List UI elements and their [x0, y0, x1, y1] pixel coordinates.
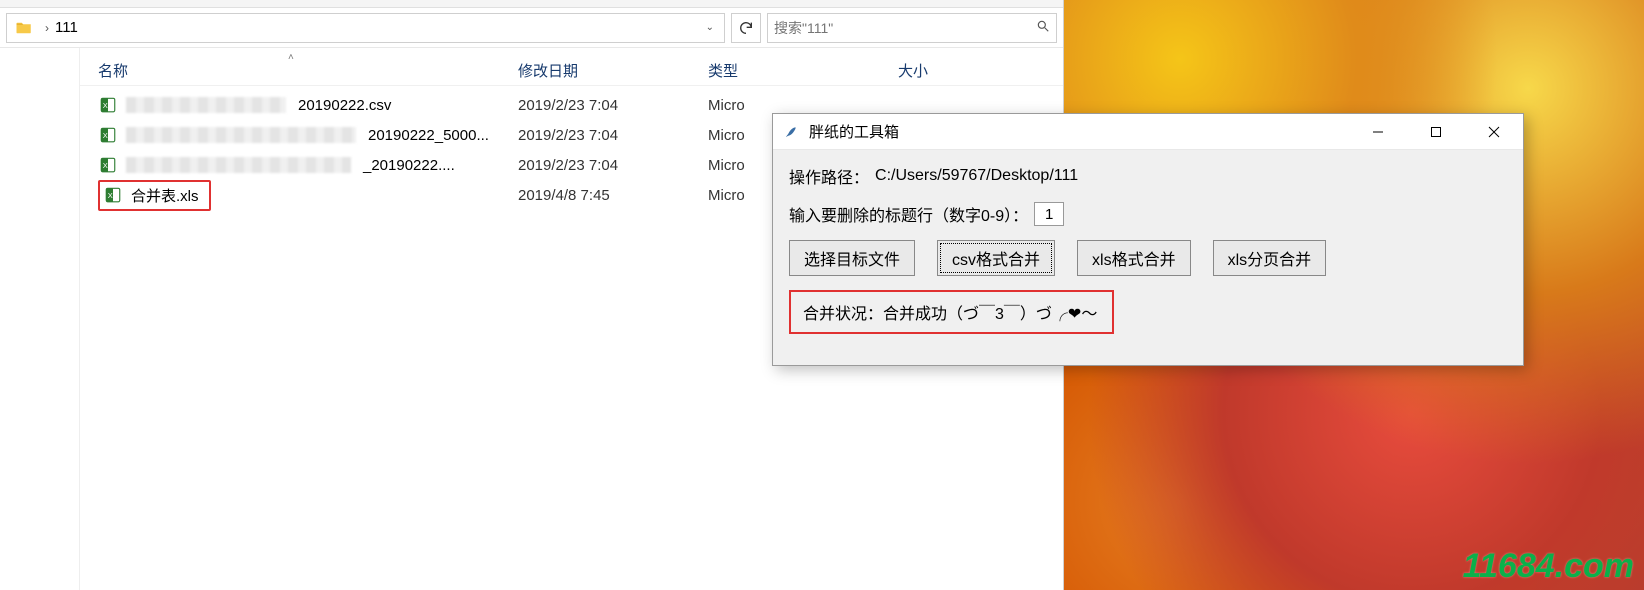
spreadsheet-icon: X [103, 185, 123, 205]
chevron-right-icon: › [45, 21, 49, 35]
spreadsheet-icon: X [98, 155, 118, 175]
svg-text:X: X [103, 161, 108, 170]
address-bar[interactable]: › 111 ⌄ [6, 13, 725, 43]
spreadsheet-icon: X [98, 125, 118, 145]
file-date: 2019/2/23 7:04 [518, 157, 708, 174]
column-header-name-label: 名称 [98, 63, 128, 80]
svg-text:X: X [108, 191, 113, 200]
redacted-filename [126, 157, 351, 173]
search-icon[interactable] [1036, 19, 1050, 36]
tool-window: 胖纸的工具箱 操作路径： C:/Users/59767/Desktop/111 … [772, 113, 1524, 366]
svg-text:X: X [103, 101, 108, 110]
file-type: Micro [708, 97, 898, 114]
xls-merge-button[interactable]: xls格式合并 [1077, 240, 1191, 276]
address-dropdown-icon[interactable]: ⌄ [698, 22, 722, 33]
tool-title: 胖纸的工具箱 [809, 121, 899, 142]
filename-suffix: 20190222.csv [298, 97, 391, 114]
path-value: C:/Users/59767/Desktop/111 [875, 167, 1078, 185]
xls-page-merge-button[interactable]: xls分页合并 [1213, 240, 1327, 276]
highlighted-file: X 合并表.xls [98, 180, 211, 211]
path-label: 操作路径： [789, 164, 869, 188]
csv-merge-button[interactable]: csv格式合并 [937, 240, 1055, 276]
file-date: 2019/2/23 7:04 [518, 97, 708, 114]
address-row: › 111 ⌄ [0, 8, 1063, 48]
header-rows-input[interactable] [1034, 202, 1064, 226]
ribbon-strip [0, 0, 1063, 8]
path-line: 操作路径： C:/Users/59767/Desktop/111 [789, 164, 1507, 188]
file-date: 2019/4/8 7:45 [518, 187, 708, 204]
sort-indicator-icon: ˄ [288, 52, 294, 63]
column-header-date[interactable]: 修改日期 [518, 60, 708, 81]
refresh-button[interactable] [731, 13, 761, 43]
navigation-pane[interactable] [0, 48, 80, 590]
window-controls [1349, 114, 1523, 149]
search-bar[interactable] [767, 13, 1057, 43]
filename-suffix: 20190222_5000... [368, 127, 489, 144]
file-date: 2019/2/23 7:04 [518, 127, 708, 144]
breadcrumb-folder[interactable]: 111 [55, 19, 78, 36]
minimize-button[interactable] [1349, 114, 1407, 149]
watermark: 11684.com [1463, 547, 1634, 586]
tool-titlebar[interactable]: 胖纸的工具箱 [773, 114, 1523, 150]
column-header-size[interactable]: 大小 [898, 60, 1018, 81]
close-button[interactable] [1465, 114, 1523, 149]
redacted-filename [126, 127, 356, 143]
spreadsheet-icon: X [98, 95, 118, 115]
column-headers: 名称 ˄ 修改日期 类型 大小 [80, 56, 1063, 86]
merge-status-value: 合并成功（づ￣3￣）づ╭❤～ [883, 306, 1097, 323]
redacted-filename [126, 97, 286, 113]
tool-body: 操作路径： C:/Users/59767/Desktop/111 输入要删除的标… [773, 150, 1523, 348]
folder-icon [13, 17, 35, 39]
select-files-button[interactable]: 选择目标文件 [789, 240, 915, 276]
button-row: 选择目标文件 csv格式合并 xls格式合并 xls分页合并 [789, 240, 1507, 276]
header-rows-label: 输入要删除的标题行（数字0-9）： [789, 202, 1028, 226]
search-input[interactable] [774, 20, 1036, 36]
feather-icon [783, 124, 799, 140]
maximize-button[interactable] [1407, 114, 1465, 149]
merge-status-box: 合并状况：合并成功（づ￣3￣）づ╭❤～ [789, 290, 1114, 334]
column-header-name[interactable]: 名称 ˄ [98, 60, 518, 81]
column-header-type[interactable]: 类型 [708, 60, 898, 81]
header-rows-line: 输入要删除的标题行（数字0-9）： [789, 202, 1507, 226]
filename-suffix: _20190222.... [363, 157, 455, 174]
merge-status-label: 合并状况： [803, 306, 883, 323]
svg-text:X: X [103, 131, 108, 140]
filename: 合并表.xls [131, 185, 199, 206]
